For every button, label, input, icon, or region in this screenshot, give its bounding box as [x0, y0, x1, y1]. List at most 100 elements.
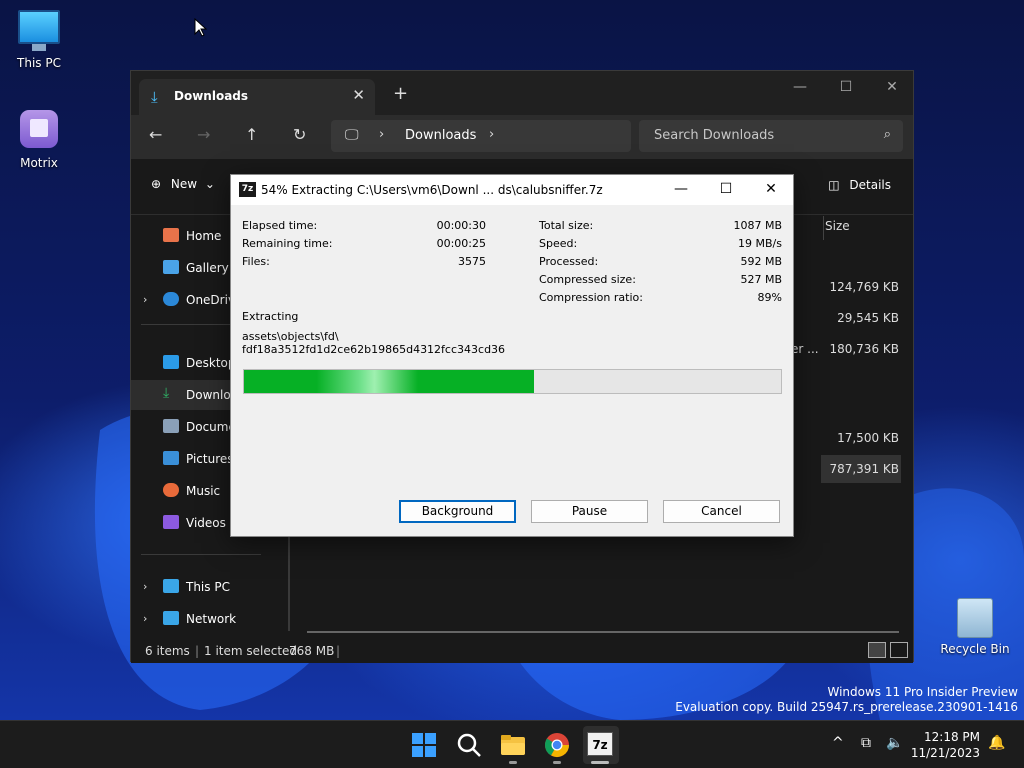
file-size: 787,391 KB	[829, 462, 899, 476]
plus-circle-icon: ⊕	[151, 177, 162, 191]
cancel-button[interactable]: Cancel	[663, 500, 780, 523]
dialog-titlebar: 7z 54% Extracting C:\Users\vm6\Downl ...…	[231, 175, 793, 205]
network-icon	[163, 611, 179, 625]
network-icon[interactable]: ⧉	[861, 735, 871, 751]
background-button[interactable]: Background	[399, 500, 516, 523]
7zip-icon[interactable]: 7z	[587, 732, 613, 756]
details-view-icon[interactable]	[868, 642, 886, 658]
files-label: Files:	[242, 255, 270, 268]
sidebar-item-network[interactable]: › Network	[131, 604, 289, 634]
search-icon[interactable]	[455, 731, 483, 759]
minimize-button[interactable]: —	[661, 181, 701, 197]
running-indicator	[509, 761, 517, 764]
monitor-icon	[18, 10, 60, 51]
speed-value: 19 MB/s	[738, 237, 782, 250]
desktop-icon-label: This PC	[17, 56, 61, 70]
item-count: 6 items	[145, 644, 190, 658]
taskbar: 7z ^ ⧉ 🔈 12:18 PM 11/21/2023 🔔	[0, 720, 1024, 768]
sidebar-item-label: Home	[186, 229, 222, 243]
minimize-button[interactable]: —	[777, 79, 823, 95]
compressed-size-value: 527 MB	[740, 273, 782, 286]
maximize-button[interactable]: ☐	[706, 181, 746, 197]
details-pane-icon: ◫	[828, 178, 840, 192]
current-file-name: fdf18a3512fd1d2ce62b19865d4312fcc343cd36	[242, 343, 506, 356]
column-header-size[interactable]: Size	[825, 219, 850, 233]
total-size-label: Total size:	[539, 219, 594, 232]
desktop-icon-label: Recycle Bin	[940, 642, 1010, 656]
music-icon	[163, 483, 179, 497]
active-indicator	[591, 761, 609, 764]
new-label: New	[170, 177, 198, 191]
maximize-button[interactable]: ☐	[823, 79, 869, 95]
up-arrow-icon[interactable]: ↑	[245, 125, 258, 144]
files-value: 3575	[458, 255, 486, 268]
pause-button[interactable]: Pause	[531, 500, 648, 523]
sidebar-item-this-pc[interactable]: › This PC	[131, 572, 289, 602]
mouse-cursor-icon	[194, 18, 208, 37]
tab-label: Downloads	[174, 89, 249, 103]
breadcrumb-downloads[interactable]: Downloads	[405, 128, 476, 143]
chevron-right-icon[interactable]: ›	[143, 612, 147, 625]
chevron-right-icon[interactable]: ›	[143, 293, 147, 306]
compressed-size-label: Compressed size:	[539, 273, 636, 286]
chevron-right-icon[interactable]: ›	[143, 580, 147, 593]
new-tab-button[interactable]: +	[393, 83, 408, 104]
status-separator: |	[336, 644, 341, 658]
tab-downloads[interactable]: ⤓ Downloads ✕	[139, 79, 375, 115]
documents-icon	[163, 419, 179, 433]
sidebar-item-label: Pictures	[186, 452, 234, 466]
explorer-titlebar: ⤓ Downloads ✕ + — ☐ ✕	[131, 71, 913, 115]
close-tab-icon[interactable]: ✕	[352, 86, 365, 104]
show-hidden-icons-chevron[interactable]: ^	[832, 735, 844, 751]
notification-bell-icon[interactable]: 🔔	[988, 735, 1005, 751]
desktop-icon-recycle-bin[interactable]: Recycle Bin	[936, 598, 1014, 656]
chevron-right-icon[interactable]: ›	[379, 127, 384, 142]
horizontal-scrollbar[interactable]	[307, 631, 899, 633]
progress-fill	[244, 370, 534, 393]
motrix-app-icon	[20, 110, 58, 148]
remaining-time-label: Remaining time:	[242, 237, 333, 250]
tiles-view-icon[interactable]	[890, 642, 908, 658]
operation-label: Extracting	[242, 310, 299, 323]
sidebar-item-label: Music	[186, 484, 221, 498]
total-size-value: 1087 MB	[733, 219, 782, 232]
compression-ratio-label: Compression ratio:	[539, 291, 643, 304]
evaluation-watermark: Windows 11 Pro Insider Preview Evaluatio…	[675, 685, 1018, 715]
dialog-title: 54% Extracting C:\Users\vm6\Downl ... ds…	[261, 183, 603, 197]
monitor-icon: 🖵	[345, 127, 359, 143]
selection-count: 1 item selected	[204, 644, 298, 658]
desktop-icon-this-pc[interactable]: This PC	[0, 10, 78, 70]
search-box[interactable]: Search Downloads ⌕	[639, 120, 903, 152]
chrome-icon[interactable]	[543, 731, 571, 759]
new-button[interactable]: ⊕ New ⌄	[151, 177, 215, 191]
start-button-icon[interactable]	[410, 731, 438, 759]
download-icon: ⤓	[151, 88, 158, 106]
search-icon: ⌕	[883, 127, 891, 142]
system-clock[interactable]: 12:18 PM 11/21/2023	[911, 729, 980, 761]
extraction-progress-bar	[243, 369, 782, 394]
7zip-extract-dialog: 7z 54% Extracting C:\Users\vm6\Downl ...…	[230, 174, 794, 537]
sidebar-item-label: Videos	[186, 516, 226, 530]
column-divider[interactable]	[823, 216, 824, 240]
chevron-down-icon: ⌄	[204, 177, 215, 191]
current-file-path: assets\objects\fd\	[242, 330, 339, 343]
selection-size: 768 MB	[289, 644, 335, 658]
back-arrow-icon[interactable]: ←	[149, 125, 162, 144]
details-button[interactable]: ◫ Details	[828, 178, 891, 192]
recycle-bin-icon	[957, 598, 993, 638]
file-size: 180,736 KB	[829, 342, 899, 356]
address-bar[interactable]: 🖵 › Downloads ›	[331, 120, 631, 152]
sidebar-item-label: Network	[186, 612, 237, 626]
chevron-right-icon[interactable]: ›	[489, 127, 494, 142]
forward-arrow-icon[interactable]: →	[197, 125, 210, 144]
details-label: Details	[849, 178, 891, 192]
running-indicator	[553, 761, 561, 764]
navigation-bar: ← → ↑ ↻ 🖵 › Downloads › Search Downloads…	[131, 115, 913, 159]
sidebar-item-label: This PC	[186, 580, 230, 594]
close-button[interactable]: ✕	[751, 181, 791, 197]
desktop-icon-motrix[interactable]: Motrix	[0, 110, 78, 170]
close-window-button[interactable]: ✕	[869, 79, 915, 95]
file-explorer-icon[interactable]	[499, 731, 527, 759]
refresh-icon[interactable]: ↻	[293, 125, 306, 144]
volume-muted-icon[interactable]: 🔈	[886, 735, 903, 751]
